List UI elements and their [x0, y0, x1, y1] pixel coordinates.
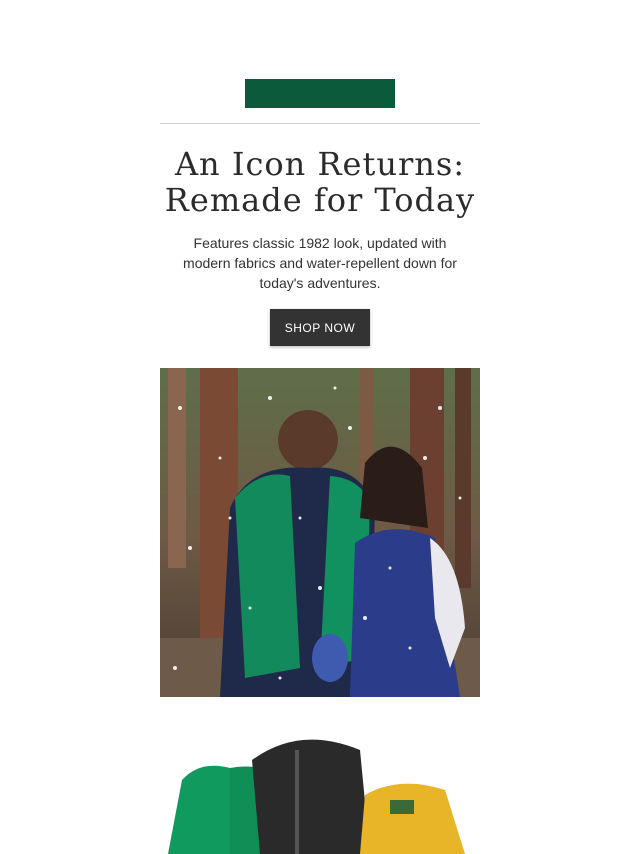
headline-line-1: An Icon Returns:: [174, 145, 466, 183]
subcopy: Features classic 1982 look, updated with…: [183, 235, 457, 291]
headline-line-2: Remade for Today: [164, 181, 476, 219]
brand-banner[interactable]: [245, 79, 395, 108]
hero-illustration: [160, 368, 480, 697]
divider: [160, 123, 480, 124]
shop-now-button[interactable]: SHOP NOW: [270, 309, 370, 346]
hero-image[interactable]: [160, 368, 480, 697]
headline: An Icon Returns: Remade for Today: [160, 146, 480, 218]
products-illustration: [160, 720, 480, 854]
product-image[interactable]: [160, 720, 480, 854]
